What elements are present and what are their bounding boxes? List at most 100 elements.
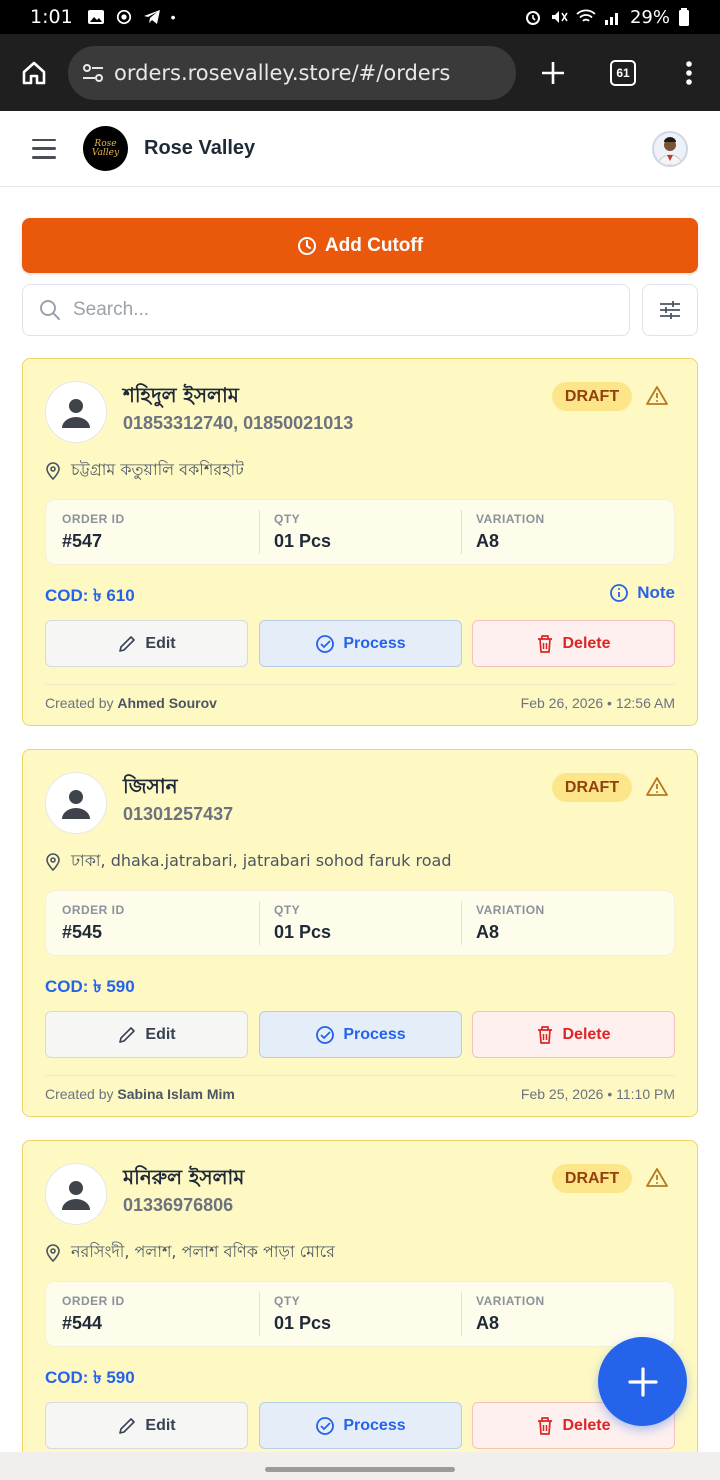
delete-label: Delete [562,1025,611,1043]
app-header: Rose Valley Rose Valley [0,111,720,187]
notification-dot-icon: • [170,9,176,25]
trash-icon [538,634,553,653]
warning-icon[interactable] [646,1167,668,1187]
delete-label: Delete [562,634,611,652]
add-cutoff-label: Add Cutoff [324,234,424,256]
info-icon [610,584,629,602]
search-row: Search... [22,284,698,336]
edit-label: Edit [145,1416,176,1434]
clock-icon [297,236,316,255]
customer-avatar-icon [45,1163,107,1225]
warning-icon[interactable] [646,776,668,796]
customer-address: ঢাকা, dhaka.jatrabari, jatrabari sohod f… [71,851,452,870]
plus-icon [542,61,564,84]
battery-percent: 29% [629,6,670,28]
edit-label: Edit [145,1025,176,1043]
trash-icon [538,1416,553,1435]
order-card: শহিদুল ইসলাম 01853312740, 01850021013 DR… [22,358,698,726]
note-label: Note [637,583,675,602]
cod-amount: COD: ৳ 590 [45,977,135,996]
map-pin-icon [46,461,60,480]
site-settings-icon[interactable] [82,63,104,83]
process-label: Process [343,1416,406,1434]
new-tab-button[interactable] [518,61,588,85]
search-placeholder: Search... [73,299,150,320]
plus-icon [627,1366,658,1397]
warning-icon[interactable] [646,385,668,405]
order-variation: A8 [476,922,500,942]
process-label: Process [343,634,406,652]
status-bar: 1:01 • 29% [0,0,720,34]
customer-name: শহিদুল ইসলাম [123,383,239,407]
order-id: #544 [62,1313,103,1333]
status-badge: DRAFT [552,1164,632,1193]
map-pin-icon [46,1243,60,1262]
pencil-icon [119,635,136,652]
status-badge: DRAFT [552,773,632,802]
home-icon [22,61,46,84]
edit-button[interactable]: Edit [45,1011,248,1058]
map-pin-icon [46,852,60,871]
search-input[interactable]: Search... [22,284,630,336]
order-qty: 01 Pcs [274,531,332,551]
process-button[interactable]: Process [259,620,462,667]
address-bar[interactable]: orders.rosevalley.store/#/orders [68,45,516,100]
sliders-icon [660,301,680,319]
more-vert-icon [686,60,692,85]
card-footer: Created by Sabina Islam Mim Feb 25, 2026… [45,1075,675,1102]
search-icon [40,300,60,320]
add-cutoff-button[interactable]: Add Cutoff [22,218,698,273]
edit-button[interactable]: Edit [45,1402,248,1449]
order-qty: 01 Pcs [274,1313,332,1333]
edit-label: Edit [145,634,176,652]
delete-button[interactable]: Delete [472,1011,675,1058]
add-order-button[interactable] [598,1337,687,1426]
edit-button[interactable]: Edit [45,620,248,667]
order-list: শহিদুল ইসলাম 01853312740, 01850021013 DR… [22,358,698,1452]
status-time: 1:01 [30,6,73,28]
variation-label: VARIATION [476,1294,545,1308]
process-button[interactable]: Process [259,1011,462,1058]
order-info-box: ORDER ID #545 QTY 01 Pcs VARIATION A8 [45,890,675,956]
wifi-icon [576,9,596,22]
customer-address: নরসিংদী, পলাশ, পলাশ বণিক পাড়া মোরে [71,1242,335,1261]
created-by-label: Created by [45,1086,114,1102]
variation-label: VARIATION [476,903,545,917]
order-variation: A8 [476,531,500,551]
browser-toolbar: orders.rosevalley.store/#/orders 61 [0,34,720,111]
browser-home-button[interactable] [0,60,68,86]
customer-name: মনিরুল ইসলাম [123,1165,245,1189]
creator-name: Sabina Islam Mim [117,1086,235,1102]
home-gesture-handle[interactable] [265,1467,455,1472]
cod-amount: COD: ৳ 610 [45,586,135,605]
system-nav-bar [0,1452,720,1480]
customer-address: চট্টগ্রাম কতুয়ালি বকশিরহাট [71,460,244,479]
tab-count: 61 [610,59,636,86]
tab-switcher-button[interactable]: 61 [588,59,658,86]
user-photo [657,136,683,165]
created-date: Feb 25, 2026 • 11:10 PM [520,1086,675,1102]
qty-label: QTY [274,512,301,526]
delete-button[interactable]: Delete [472,620,675,667]
pencil-icon [119,1417,136,1434]
order-info-box: ORDER ID #544 QTY 01 Pcs VARIATION A8 [45,1281,675,1347]
filter-button[interactable] [642,284,698,336]
customer-avatar-icon [45,381,107,443]
note-button[interactable]: Note [609,583,675,603]
orders-page: Add Cutoff Search... [22,218,698,336]
process-button[interactable]: Process [259,1402,462,1449]
browser-menu-button[interactable] [658,60,720,85]
order-card: মনিরুল ইসলাম 01336976806 DRAFT নরসিংদী, … [22,1140,698,1452]
card-footer: Created by Ahmed Sourov Feb 26, 2026 • 1… [45,684,675,711]
customer-name: জিসান [123,774,178,798]
trash-icon [538,1025,553,1044]
customer-avatar-icon [45,772,107,834]
order-id-label: ORDER ID [62,903,125,917]
order-id-label: ORDER ID [62,512,125,526]
user-avatar[interactable] [652,130,688,167]
menu-icon[interactable] [32,138,56,159]
customer-phone: 01853312740, 01850021013 [123,413,354,433]
telegram-icon [143,10,160,24]
address-row: ঢাকা, dhaka.jatrabari, jatrabari sohod f… [45,848,452,875]
created-by-label: Created by [45,695,114,711]
